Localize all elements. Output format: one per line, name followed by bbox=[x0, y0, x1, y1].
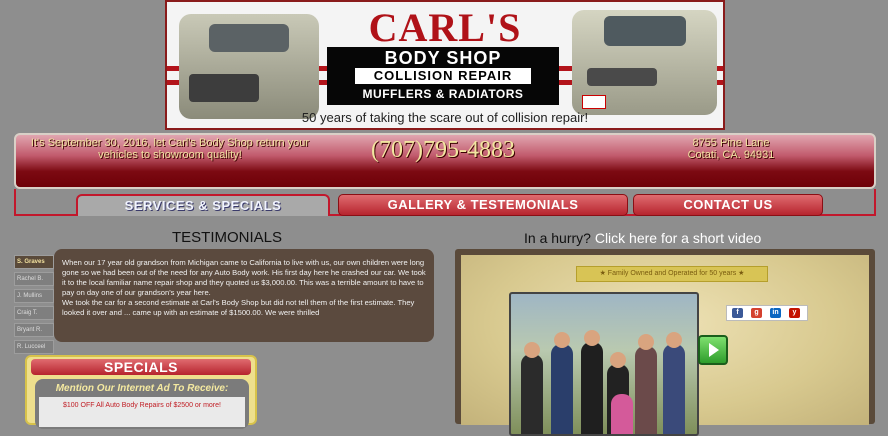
specials-offer-box: $100 OFF All Auto Body Repairs of $2500 … bbox=[39, 397, 245, 427]
google-icon[interactable]: g bbox=[751, 308, 762, 318]
testimonial-name[interactable]: Bryant R. bbox=[14, 323, 54, 337]
facebook-icon[interactable]: f bbox=[732, 308, 743, 318]
video-prompt: In a hurry? Click here for a short video bbox=[524, 230, 761, 246]
brand-logo: CARL'S bbox=[368, 5, 522, 50]
tab-services-specials[interactable]: SERVICES & SPECIALS bbox=[76, 194, 330, 216]
logo-body-shop: BODY SHOP bbox=[384, 48, 502, 68]
testimonial-paragraph: When our 17 year old grandson from Michi… bbox=[62, 258, 426, 297]
testimonial-name[interactable]: Rachel B. bbox=[14, 272, 54, 286]
testimonial-name[interactable]: Craig T. bbox=[14, 306, 54, 320]
tagline: 50 years of taking the scare out of coll… bbox=[301, 110, 589, 125]
testimonial-name[interactable]: R. Lucceel bbox=[14, 340, 54, 354]
logo-box: BODY SHOP COLLISION REPAIR MUFFLERS & RA… bbox=[327, 47, 559, 105]
date-message: It's September 30, 2016, let Carl's Body… bbox=[30, 137, 310, 161]
specials-offer: $100 OFF All Auto Body Repairs of $2500 … bbox=[63, 402, 221, 409]
address-line-2: Cotati, CA. 94931 bbox=[687, 149, 775, 161]
specials-ad-text: Mention Our Internet Ad To Receive: bbox=[55, 383, 229, 394]
yelp-icon[interactable]: y bbox=[789, 308, 800, 318]
address-line-1: 8755 Pine Lane bbox=[692, 137, 770, 149]
info-bar: It's September 30, 2016, let Carl's Body… bbox=[14, 133, 876, 189]
testimonial-name[interactable]: J. Mullins bbox=[14, 289, 54, 303]
tab-contact-us[interactable]: CONTACT US bbox=[633, 194, 823, 216]
testimonials-heading: TESTIMONIALS bbox=[172, 229, 283, 246]
tab-gallery-testemonials[interactable]: GALLERY & TESTEMONIALS bbox=[338, 194, 628, 216]
testimonial-name-list: S. Graves Rachel B. J. Mullins Craig T. … bbox=[14, 255, 54, 357]
phone-number[interactable]: (707)795-4883 bbox=[371, 137, 515, 164]
address: 8755 Pine Lane Cotati, CA. 94931 bbox=[656, 137, 806, 161]
testimonial-paragraph: We took the car for a second estimate at… bbox=[62, 298, 415, 317]
logo-collision: COLLISION REPAIR bbox=[355, 68, 531, 84]
family-photo bbox=[509, 292, 699, 436]
testimonial-text-box: When our 17 year old grandson from Michi… bbox=[54, 249, 434, 342]
specials-title: SPECIALS bbox=[31, 359, 251, 375]
video-prompt-text: In a hurry? bbox=[524, 230, 595, 246]
play-icon[interactable] bbox=[698, 335, 728, 365]
header-banner: CARL'S BODY SHOP COLLISION REPAIR MUFFLE… bbox=[165, 0, 725, 130]
social-links: f g in y bbox=[726, 305, 808, 321]
logo-mufflers: MUFFLERS & RADIATORS bbox=[362, 87, 524, 101]
specials-inner: Mention Our Internet Ad To Receive: $100… bbox=[35, 379, 249, 429]
family-owned-banner: ★ Family Owned and Operated for 50 years… bbox=[576, 266, 768, 282]
video-panel: ★ Family Owned and Operated for 50 years… bbox=[461, 255, 869, 436]
linkedin-icon[interactable]: in bbox=[770, 308, 781, 318]
testimonial-name[interactable]: S. Graves bbox=[14, 255, 54, 269]
video-link[interactable]: Click here for a short video bbox=[595, 230, 762, 246]
video-frame: ★ Family Owned and Operated for 50 years… bbox=[455, 249, 875, 436]
